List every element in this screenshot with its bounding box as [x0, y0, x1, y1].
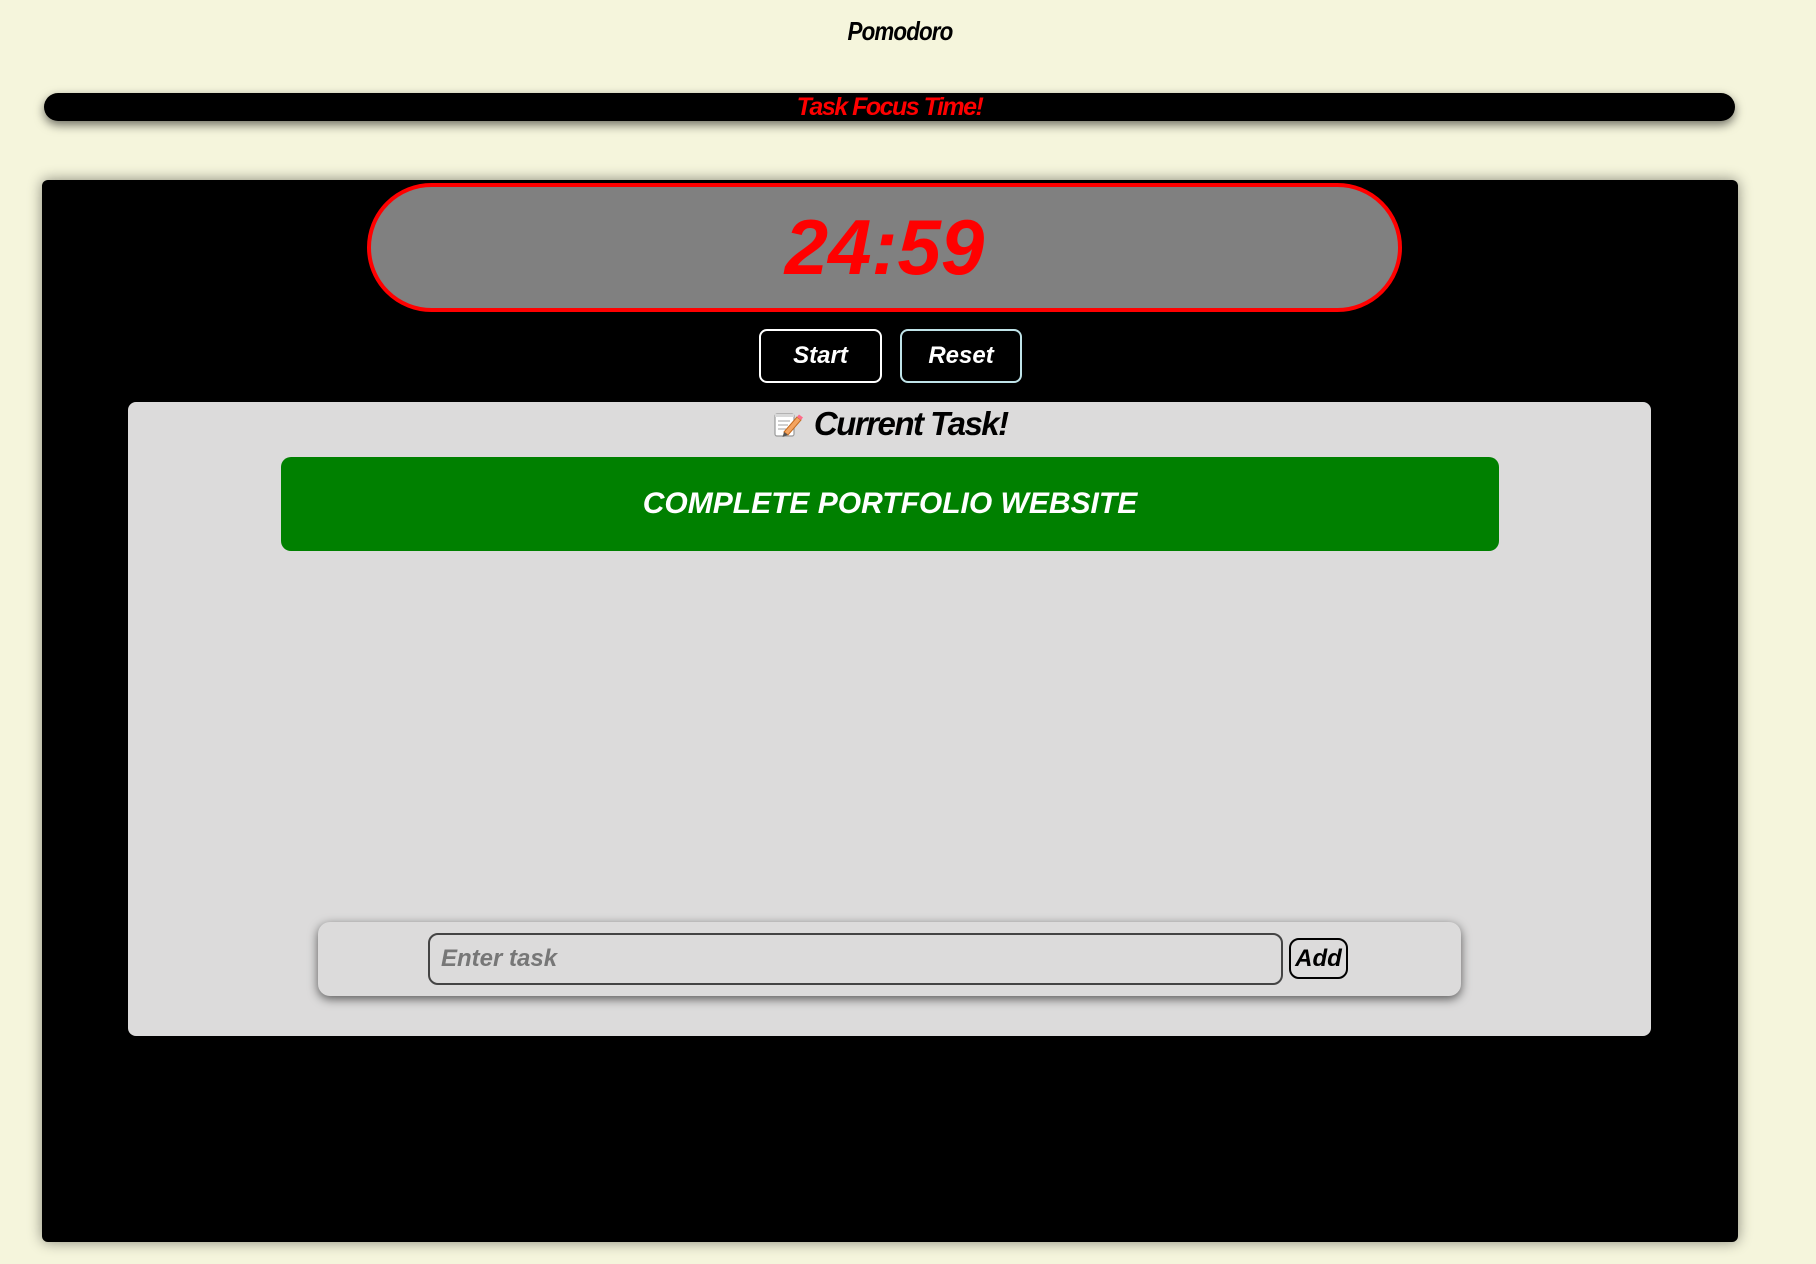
- main-panel: 24:59 Start Reset Current Task! COMPLETE…: [42, 180, 1738, 1242]
- focus-banner-text: Task Focus Time!: [796, 93, 984, 121]
- add-button[interactable]: Add: [1289, 938, 1348, 979]
- app-title: Pomodoro: [847, 16, 954, 46]
- task-panel: Current Task! COMPLETE PORTFOLIO WEBSITE…: [128, 402, 1651, 1036]
- timer-display: 24:59: [367, 183, 1402, 312]
- timer-controls: Start Reset: [42, 329, 1738, 383]
- task-header-label: Current Task!: [813, 405, 1009, 442]
- current-task-card: COMPLETE PORTFOLIO WEBSITE: [281, 457, 1499, 551]
- focus-banner: Task Focus Time!: [44, 93, 1735, 121]
- reset-button[interactable]: Reset: [900, 329, 1022, 383]
- task-header: Current Task!: [128, 404, 1651, 444]
- start-button[interactable]: Start: [759, 329, 882, 383]
- memo-icon: [771, 408, 804, 440]
- task-input[interactable]: [428, 933, 1283, 985]
- add-task-form: Add: [318, 922, 1461, 996]
